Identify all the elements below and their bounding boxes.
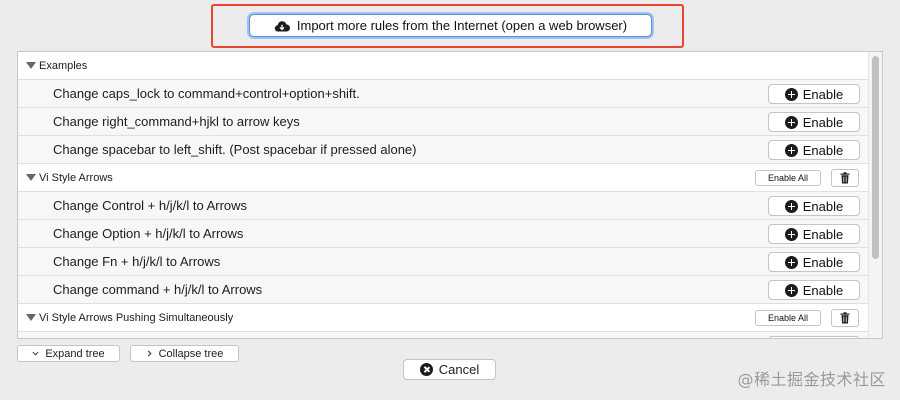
delete-group-button[interactable] — [831, 169, 859, 187]
cancel-button[interactable]: Cancel — [403, 359, 496, 380]
rule-label: Change command + h/j/k/l to Arrows — [53, 282, 263, 297]
rule-row: Change spacebar to left_shift. (Post spa… — [18, 136, 868, 164]
close-circle-icon — [419, 363, 433, 376]
rule-label: Change caps_lock to command+control+opti… — [53, 86, 360, 101]
enable-rule-button[interactable]: Enable — [768, 84, 860, 104]
rule-label: Change Option + h/j/k/l to Arrows — [53, 226, 244, 241]
group-row[interactable]: Vi Style Arrows Enable All — [18, 164, 868, 192]
rule-label: Change right_command+hjkl to arrow keys — [53, 114, 300, 129]
plus-circle-icon — [784, 115, 798, 129]
enable-rule-button[interactable]: Enable — [768, 196, 860, 216]
cloud-download-icon — [274, 20, 290, 32]
chevron-down-icon — [32, 351, 39, 356]
rule-row: Change command + h/j/k/l to Arrows Enable — [18, 276, 868, 304]
enable-label: Enable — [802, 282, 844, 298]
rule-row: Change Fn + h/j/k/l to Arrows Enable — [18, 248, 868, 276]
collapse-tree-label: Collapse tree — [158, 347, 224, 360]
plus-circle-icon — [784, 199, 798, 213]
enable-rule-button[interactable]: Enable — [768, 280, 860, 300]
group-title: Vi Style Arrows Pushing Simultaneously — [39, 311, 234, 324]
rule-row: Change right_command+hjkl to arrow keys E… — [18, 108, 868, 136]
enable-label: Enable — [802, 198, 844, 214]
trash-icon — [840, 312, 850, 324]
enable-label: Enable — [802, 86, 844, 102]
disclosure-triangle-icon[interactable] — [26, 174, 36, 181]
enable-rule-button[interactable]: Enable — [768, 140, 860, 160]
enable-rule-button[interactable]: Enable — [768, 252, 860, 272]
enable-rule-button[interactable]: Enable — [768, 224, 860, 244]
collapse-tree-button[interactable]: Collapse tree — [130, 345, 239, 362]
group-row[interactable]: Examples — [18, 52, 868, 80]
plus-circle-icon — [784, 143, 798, 157]
group-row[interactable]: Vi Style Arrows Pushing Simultaneously En… — [18, 304, 868, 332]
plus-circle-icon — [784, 283, 798, 297]
delete-group-button[interactable] — [831, 309, 859, 327]
disclosure-triangle-icon[interactable] — [26, 314, 36, 321]
disclosure-triangle-icon[interactable] — [26, 62, 36, 69]
plus-circle-icon — [784, 87, 798, 101]
import-rules-label: Import more rules from the Internet (ope… — [296, 18, 628, 33]
group-title: Examples — [39, 59, 88, 72]
enable-rule-button[interactable]: Enable — [768, 112, 860, 132]
enable-label: Enable — [802, 254, 844, 270]
scrollbar-thumb[interactable] — [872, 56, 879, 259]
enable-rule-button[interactable] — [768, 336, 860, 338]
watermark: @稀土掘金技术社区 — [737, 370, 886, 389]
rule-label: Change Control + h/j/k/l to Arrows — [53, 198, 248, 213]
rule-row — [18, 332, 868, 338]
chevron-right-icon — [147, 350, 152, 357]
group-title: Vi Style Arrows — [39, 171, 113, 184]
import-rules-button[interactable]: Import more rules from the Internet (ope… — [249, 14, 652, 37]
trash-icon — [840, 172, 850, 184]
rule-label: Change spacebar to left_shift. (Post spa… — [53, 142, 417, 157]
enable-label: Enable — [802, 142, 844, 158]
plus-circle-icon — [784, 227, 798, 241]
rule-row: Change caps_lock to command+control+opti… — [18, 80, 868, 108]
rules-list: Examples Change caps_lock to command+cont… — [18, 52, 868, 338]
enable-all-button[interactable]: Enable All — [755, 310, 821, 326]
enable-label: Enable — [802, 114, 844, 130]
rule-row: Change Option + h/j/k/l to Arrows Enable — [18, 220, 868, 248]
cancel-label: Cancel — [438, 362, 480, 377]
enable-all-button[interactable]: Enable All — [755, 170, 821, 186]
rules-list-panel[interactable]: Examples Change caps_lock to command+cont… — [17, 51, 883, 339]
expand-tree-button[interactable]: Expand tree — [17, 345, 120, 362]
plus-circle-icon — [784, 255, 798, 269]
rule-row: Change Control + h/j/k/l to Arrows Enable — [18, 192, 868, 220]
scrollbar[interactable] — [868, 52, 882, 338]
rule-label: Change Fn + h/j/k/l to Arrows — [53, 254, 221, 269]
expand-tree-label: Expand tree — [45, 347, 105, 360]
enable-label: Enable — [802, 226, 844, 242]
